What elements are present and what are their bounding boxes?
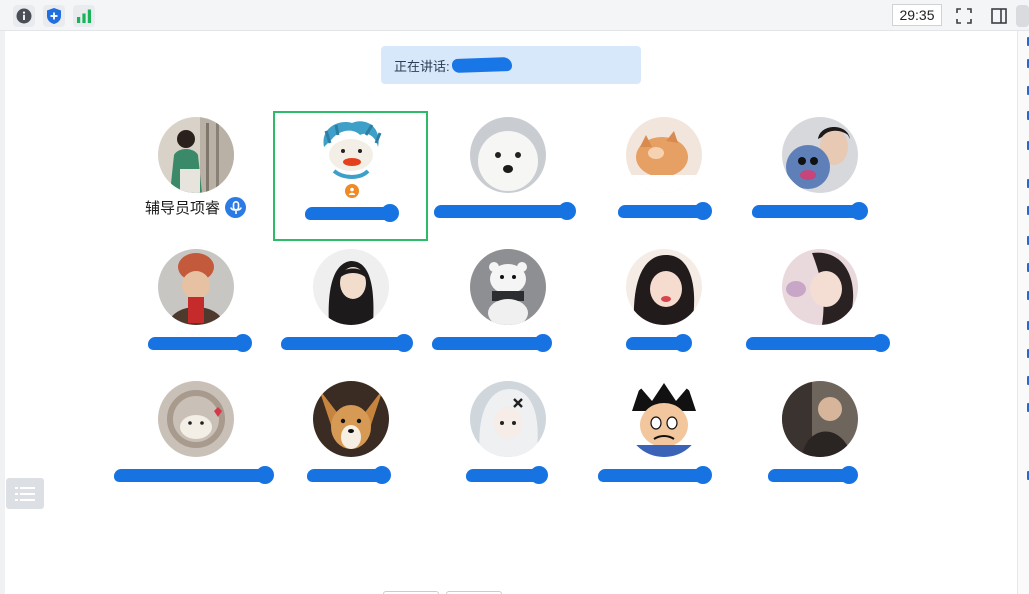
redacted-name [752, 202, 868, 220]
participant-tile[interactable] [742, 243, 897, 373]
redacted-name [305, 204, 399, 222]
redacted-name [432, 334, 552, 352]
side-panel-button[interactable] [988, 5, 1010, 27]
fullscreen-icon [956, 8, 972, 24]
participant-tile-active[interactable] [273, 111, 428, 241]
avatar [469, 117, 546, 193]
fullscreen-button[interactable] [953, 5, 975, 27]
redacted-name [768, 466, 858, 484]
security-button[interactable] [43, 5, 65, 27]
avatar [157, 117, 234, 193]
avatar [781, 249, 858, 325]
participant-tile[interactable]: 辅导员项睿 [118, 111, 273, 241]
redacted-name [746, 334, 890, 352]
avatar [157, 381, 234, 457]
avatar [312, 381, 389, 457]
redacted-name [598, 466, 712, 484]
participant-list-toggle-button[interactable] [6, 478, 44, 509]
redacted-name [618, 202, 712, 220]
participant-tile[interactable] [273, 243, 428, 373]
avatar [781, 381, 858, 457]
left-edge [0, 31, 5, 594]
top-toolbar: 29:35 [0, 0, 1029, 31]
redacted-name [281, 334, 413, 352]
avatar [469, 381, 546, 457]
avatar [312, 249, 389, 325]
side-panel-icon [991, 8, 1007, 24]
redacted-name [626, 334, 692, 352]
info-button[interactable] [13, 5, 35, 27]
redacted-name [148, 334, 252, 352]
shield-icon [47, 8, 61, 24]
meeting-timer: 29:35 [892, 4, 942, 26]
avatar [781, 117, 858, 193]
overflow-button[interactable] [1016, 5, 1029, 27]
participant-tile[interactable] [586, 243, 741, 373]
right-side-strip [1017, 31, 1029, 594]
user-role-icon [345, 184, 359, 198]
list-icon [15, 486, 35, 501]
speaking-indicator: 正在讲话: [381, 46, 641, 84]
participant-tile[interactable] [742, 375, 897, 505]
participant-tile[interactable] [742, 111, 897, 241]
participant-tile[interactable] [430, 375, 585, 505]
participant-tile[interactable] [430, 111, 585, 241]
redacted-speaker-name [451, 56, 512, 74]
network-status-button[interactable] [73, 5, 95, 27]
participant-name-row: 辅导员项睿 [118, 197, 273, 218]
avatar [315, 117, 386, 187]
participant-tile[interactable] [430, 243, 585, 373]
participant-tile[interactable] [586, 375, 741, 505]
avatar [469, 249, 546, 325]
avatar [625, 249, 702, 325]
signal-bars-icon [77, 9, 91, 23]
participant-tile[interactable] [586, 111, 741, 241]
avatar [157, 249, 234, 325]
redacted-name [307, 466, 391, 484]
avatar [625, 381, 702, 457]
participant-name: 辅导员项睿 [144, 200, 220, 217]
mic-icon [225, 197, 246, 218]
participant-tile[interactable] [114, 375, 274, 505]
info-icon [16, 8, 32, 24]
participant-tile[interactable] [273, 375, 428, 505]
speaking-label: 正在讲话: [394, 58, 450, 74]
participant-tile[interactable] [118, 243, 273, 373]
redacted-name [434, 202, 576, 220]
avatar [625, 117, 702, 193]
redacted-name [466, 466, 548, 484]
redacted-name [114, 466, 274, 484]
